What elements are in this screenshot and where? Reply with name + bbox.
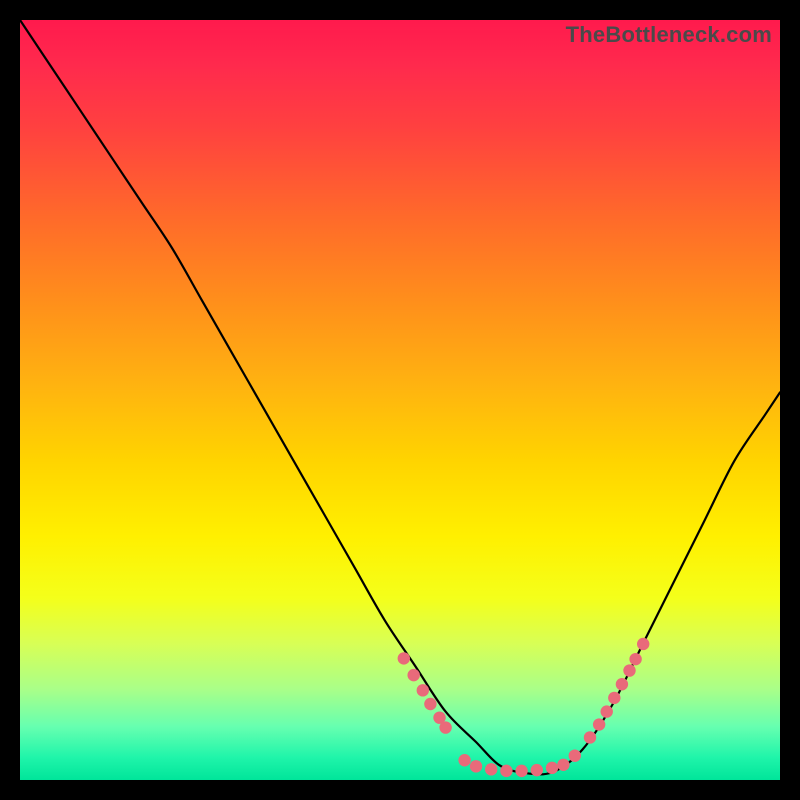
- curve-dot: [557, 759, 569, 771]
- curve-dot: [407, 669, 419, 681]
- chart-frame: TheBottleneck.com: [20, 20, 780, 780]
- curve-dot: [601, 705, 613, 717]
- curve-dot: [629, 653, 641, 665]
- curve-dot: [398, 652, 410, 664]
- curve-dot: [584, 731, 596, 743]
- curve-dot: [515, 765, 527, 777]
- curve-dot: [623, 664, 635, 676]
- curve-dot: [593, 718, 605, 730]
- curve-dot: [500, 765, 512, 777]
- curve-dot: [608, 692, 620, 704]
- curve-dot: [485, 763, 497, 775]
- curve-dot: [616, 678, 628, 690]
- curve-dot: [637, 638, 649, 650]
- curve-dot: [531, 764, 543, 776]
- curve-dot: [439, 721, 451, 733]
- curve-dot: [417, 684, 429, 696]
- curve-dot: [546, 762, 558, 774]
- curve-dot: [569, 749, 581, 761]
- curve-dot: [424, 698, 436, 710]
- chart-svg: [20, 20, 780, 780]
- curve-dot: [470, 760, 482, 772]
- curve-dot: [458, 754, 470, 766]
